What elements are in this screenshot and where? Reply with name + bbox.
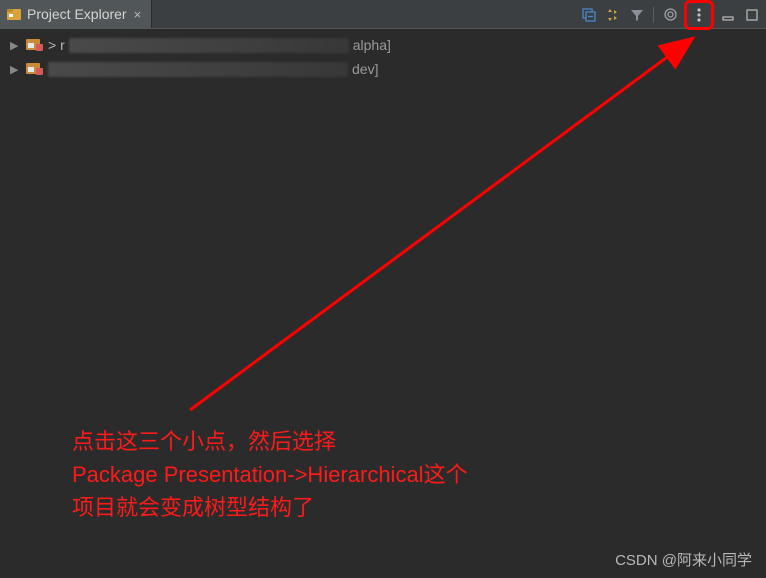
filter-icon[interactable] (627, 5, 647, 25)
watermark: CSDN @阿来小同学 (615, 549, 752, 570)
annotation-line: 点击这三个小点，然后选择 (72, 425, 468, 458)
expand-icon[interactable]: ▶ (10, 39, 22, 52)
project-icon (26, 61, 44, 77)
toolbar-separator (653, 7, 654, 23)
focus-task-icon[interactable] (660, 5, 680, 25)
annotation-line: 项目就会变成树型结构了 (72, 491, 468, 524)
minimize-icon[interactable] (718, 5, 738, 25)
tree-row[interactable]: ▶ > r alpha] (0, 33, 766, 57)
close-icon[interactable]: × (132, 7, 144, 22)
project-explorer-icon (6, 6, 22, 22)
view-toolbar (579, 0, 762, 29)
expand-icon[interactable]: ▶ (10, 63, 22, 76)
branch-suffix: alpha] (353, 37, 391, 53)
annotation-highlight-box (684, 0, 714, 30)
node-label: > r (48, 37, 65, 53)
view-tab-bar: Project Explorer × (0, 0, 766, 29)
collapse-all-icon[interactable] (579, 5, 599, 25)
maximize-icon[interactable] (742, 5, 762, 25)
project-explorer-tab[interactable]: Project Explorer × (0, 0, 152, 28)
link-editor-icon[interactable] (603, 5, 623, 25)
annotation-text: 点击这三个小点，然后选择 Package Presentation->Hiera… (72, 425, 468, 524)
redacted-text (69, 38, 349, 53)
redacted-text (48, 62, 348, 77)
project-tree: ▶ > r alpha] ▶ dev] (0, 29, 766, 85)
project-icon (26, 37, 44, 53)
tree-row[interactable]: ▶ dev] (0, 57, 766, 81)
branch-suffix: dev] (352, 61, 378, 77)
annotation-line: Package Presentation->Hierarchical这个 (72, 458, 468, 491)
tab-title: Project Explorer (27, 6, 127, 22)
view-menu-icon[interactable] (689, 5, 709, 25)
